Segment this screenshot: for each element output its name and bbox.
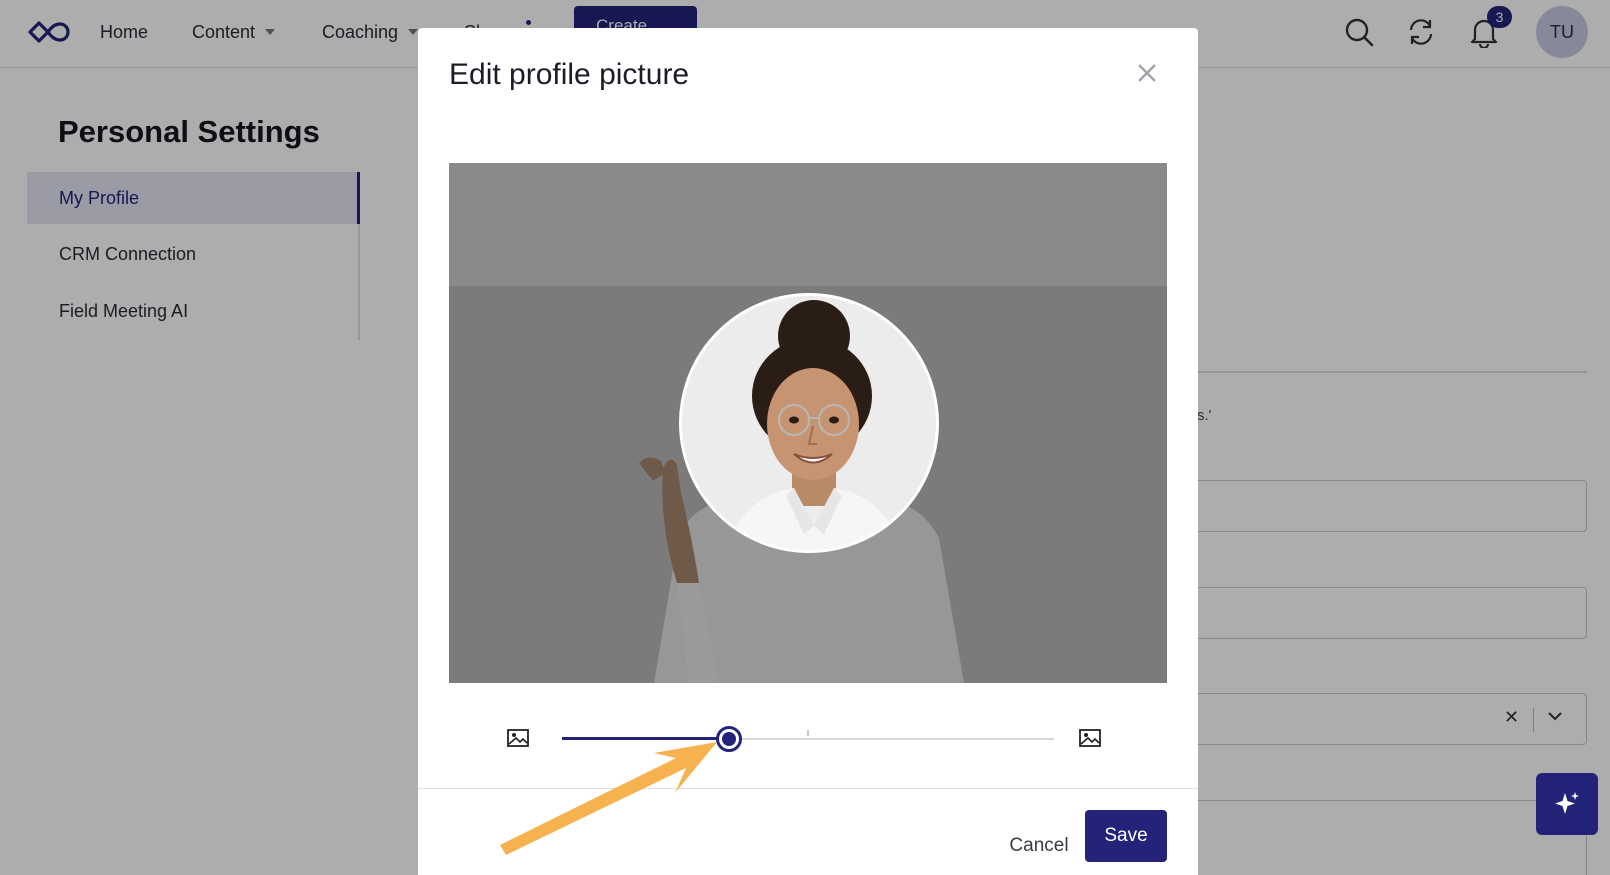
save-button[interactable]: Save [1085, 810, 1167, 862]
edit-profile-picture-modal: Edit profile picture Cancel Save [418, 28, 1198, 875]
zoom-slider-fill [562, 737, 730, 740]
image-crop-area[interactable] [449, 163, 1167, 683]
modal-footer-divider [418, 788, 1198, 789]
zoom-slider-thumb-center [722, 732, 737, 746]
crop-preview-circle[interactable] [679, 293, 939, 553]
profile-photo-face [682, 296, 936, 550]
image-large-icon[interactable] [1078, 727, 1102, 749]
zoom-slider-thumb[interactable] [716, 726, 743, 752]
ai-assistant-button[interactable] [1536, 773, 1598, 835]
zoom-control [418, 718, 1198, 758]
zoom-slider-default-tick [807, 730, 809, 736]
sparkle-icon [1555, 792, 1579, 814]
modal-title: Edit profile picture [449, 58, 690, 91]
close-icon[interactable] [1134, 60, 1160, 86]
cancel-button[interactable]: Cancel [984, 820, 1094, 872]
image-small-icon[interactable] [506, 727, 530, 749]
